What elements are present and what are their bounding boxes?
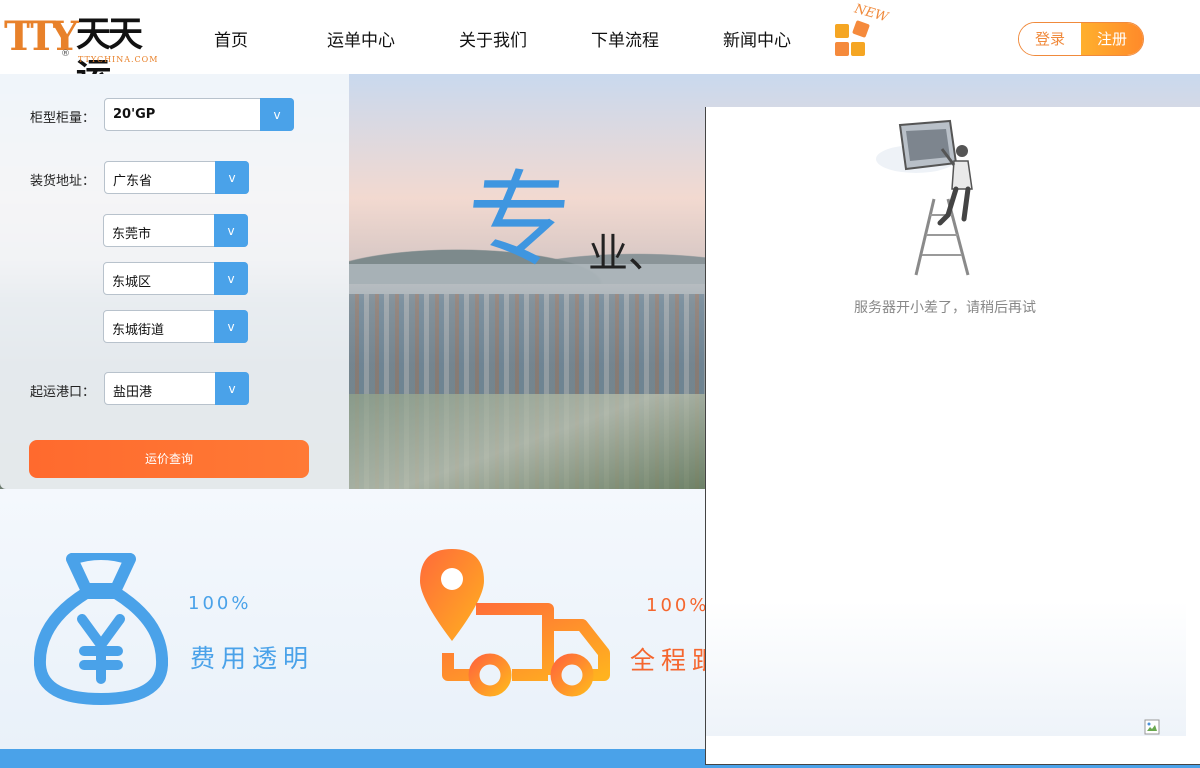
nav-item-news-center[interactable]: 新闻中心 (723, 26, 791, 51)
chevron-down-icon[interactable]: v (214, 310, 248, 343)
city-value: 东莞市 (112, 227, 152, 242)
auth-buttons: 登录 注册 (1018, 22, 1144, 56)
feature-title: 费用透明 (190, 644, 315, 673)
departure-port-value: 盐田港 (113, 385, 153, 400)
money-bag-icon (34, 553, 168, 705)
nav-item-waybill-center[interactable]: 运单中心 (327, 26, 395, 51)
error-iframe: 服务器开小差了，请稍后再试 (705, 107, 1200, 765)
street-value: 东城街道 (112, 323, 165, 338)
departure-port-select[interactable]: 盐田港 v (104, 372, 249, 405)
street-select[interactable]: 东城街道 v (103, 310, 248, 343)
container-type-select[interactable]: 20'GP v (104, 98, 294, 131)
register-button[interactable]: 注册 (1081, 23, 1143, 55)
logo-domain: TTYCHINA.COM (78, 55, 159, 64)
hero-ground (349, 394, 709, 489)
container-type-label: 柜型柜量： (30, 111, 96, 126)
tile-icon (852, 20, 870, 38)
logo-registered-mark: ® (61, 49, 70, 59)
worker-on-ladder-icon (876, 119, 973, 276)
chevron-down-icon[interactable]: v (214, 214, 248, 247)
tile-icon (851, 42, 865, 56)
site-header: TTY ® 天天运 TTYCHINA.COM 首页 运单中心 关于我们 下单流程… (0, 0, 1200, 97)
price-query-button[interactable]: 运价查询 (29, 440, 309, 478)
site-logo[interactable]: TTY ® 天天运 TTYCHINA.COM (4, 14, 157, 97)
server-error-message: 服务器开小差了，请稍后再试 (854, 300, 1036, 316)
freight-query-panel: 柜型柜量： 20'GP v 装货地址： 广东省 v 东莞市 v 东城区 v 东城… (0, 74, 349, 489)
hero-slogan-big: 专 (459, 159, 577, 281)
departure-port-label: 起运港口： (30, 385, 96, 400)
province-value: 广东省 (113, 174, 153, 189)
loading-address-label: 装货地址： (30, 174, 96, 189)
tile-icon (835, 24, 849, 38)
district-select[interactable]: 东城区 v (103, 262, 248, 295)
province-select[interactable]: 广东省 v (104, 161, 249, 194)
login-button[interactable]: 登录 (1019, 23, 1081, 55)
new-apps-icon[interactable]: NEW (832, 2, 894, 62)
chevron-down-icon[interactable]: v (215, 161, 249, 194)
chevron-down-icon[interactable]: v (215, 372, 249, 405)
district-value: 东城区 (112, 275, 152, 290)
delivery-truck-icon (420, 549, 610, 697)
chevron-down-icon[interactable]: v (214, 262, 248, 295)
error-card: 服务器开小差了，请稍后再试 (706, 107, 1186, 601)
error-card-fade (706, 601, 1186, 736)
nav-item-home[interactable]: 首页 (214, 26, 248, 51)
city-select[interactable]: 东莞市 v (103, 214, 248, 247)
tile-icon (835, 42, 849, 56)
nav-item-about-us[interactable]: 关于我们 (459, 26, 527, 51)
hero-slogan-small: 业、 (588, 231, 668, 277)
chevron-down-icon[interactable]: v (260, 98, 294, 131)
nav-item-order-process[interactable]: 下单流程 (591, 26, 659, 51)
broken-image-icon (1144, 719, 1160, 735)
feature-percent: 100% (188, 593, 252, 614)
feature-percent: 100% (646, 595, 710, 616)
container-type-value: 20'GP (113, 107, 156, 122)
